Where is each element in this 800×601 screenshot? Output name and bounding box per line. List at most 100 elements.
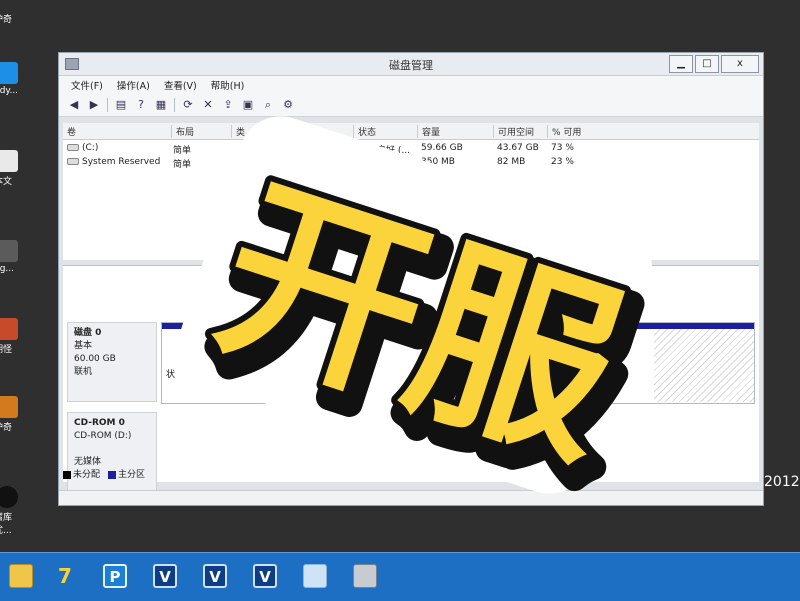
taskbar-app-doc[interactable]: [300, 561, 330, 591]
volume-list: (C:) 简单 状态良好 (... 59.66 GB 43.67 GB 73 %…: [63, 140, 759, 260]
partition-status: 状: [166, 370, 176, 380]
help-icon[interactable]: ?: [134, 98, 148, 112]
column-free-space[interactable]: 可用空间: [493, 125, 534, 138]
status-bar: [59, 490, 763, 505]
disk-state: 联机: [74, 367, 93, 377]
column-percent-free[interactable]: % 可用: [547, 125, 581, 138]
volume-status: 状态良好 (...: [359, 160, 410, 170]
minimize-button[interactable]: ▁: [669, 55, 693, 73]
desktop-icon-label: 护奇: [0, 15, 13, 25]
printer-icon: [353, 564, 377, 588]
year-fragment: 2012: [764, 474, 800, 490]
volume-status: 状态良好 (...: [359, 146, 410, 156]
back-arrow-icon[interactable]: ◀: [67, 98, 81, 112]
desktop-icon-6[interactable]: 护奇: [0, 396, 28, 433]
desktop-icon-4[interactable]: ng...: [0, 240, 28, 274]
document-icon: [0, 150, 18, 172]
column-type[interactable]: 类: [231, 125, 245, 138]
menu-action[interactable]: 操作(A): [117, 78, 150, 92]
taskbar-app-v2[interactable]: V: [200, 561, 230, 591]
properties-icon[interactable]: ▦: [154, 98, 168, 112]
window-title: 磁盘管理: [389, 59, 433, 72]
desktop-icon-strip: 护奇 ndy... 本文 ng... 期怪 护奇 腐库 优...: [0, 0, 28, 552]
disk-name: 磁盘 0: [74, 328, 102, 338]
drive-icon: [67, 144, 79, 151]
volume-percent: 23 %: [551, 157, 574, 167]
app-icon: [0, 240, 18, 262]
p-icon: P: [103, 564, 127, 588]
open-icon[interactable]: ▣: [241, 98, 255, 112]
window-controls: ▁ □ x: [669, 55, 759, 73]
taskbar-file-explorer[interactable]: [6, 561, 36, 591]
table-row[interactable]: (C:) 简单 状态良好 (... 59.66 GB 43.67 GB 73 %: [63, 142, 759, 156]
toolbar: ◀ ▶ ▤ ? ▦ ⟳ ✕ ⇪ ▣ ⌕ ⚙: [59, 94, 763, 117]
forward-arrow-icon[interactable]: ▶: [87, 98, 101, 112]
export-icon[interactable]: ⇪: [221, 98, 235, 112]
disk-0-info[interactable]: 磁盘 0 基本 60.00 GB 联机: [67, 322, 157, 402]
table-row[interactable]: System Reserved 简单 状态良好 (... 350 MB 82 M…: [63, 156, 759, 170]
volume-table-header: 卷 布局 类 状态 容量 可用空间 % 可用: [63, 123, 759, 140]
desktop-icon-5[interactable]: 期怪: [0, 318, 28, 355]
legend: 未分配 主分区: [63, 467, 145, 480]
delete-icon[interactable]: ✕: [201, 98, 215, 112]
desktop-icon-1[interactable]: 护奇: [0, 0, 28, 25]
taskbar-app-v1[interactable]: V: [150, 561, 180, 591]
column-layout[interactable]: 布局: [171, 125, 194, 138]
legend-primary: 主分区: [108, 467, 145, 480]
legend-swatch: [63, 470, 71, 479]
volume-layout: 简单: [173, 146, 192, 156]
title-bar[interactable]: 磁盘管理 ▁ □ x: [59, 53, 763, 76]
cdrom-0-info[interactable]: CD-ROM 0 CD-ROM (D:) 无媒体: [67, 412, 157, 492]
disk-management-window: 磁盘管理 ▁ □ x 文件(F) 操作(A) 查看(V) 帮助(H) ◀ ▶ ▤…: [58, 52, 764, 506]
volume-free: 43.67 GB: [497, 143, 539, 153]
menu-view[interactable]: 查看(V): [164, 78, 197, 92]
disk-type: 基本: [74, 341, 93, 351]
volume-capacity: 350 MB: [421, 157, 455, 167]
unallocated-region: [654, 329, 754, 402]
taskbar-app-7[interactable]: 7: [50, 561, 80, 591]
volume-name: (C:): [67, 143, 98, 153]
v-icon: V: [253, 564, 277, 588]
desktop-icon-label: 护奇: [0, 423, 13, 433]
volume-percent: 73 %: [551, 143, 574, 153]
volume-layout: 简单: [173, 160, 192, 170]
refresh-icon[interactable]: ⟳: [181, 98, 195, 112]
desktop-icon-2[interactable]: ndy...: [0, 62, 28, 96]
taskbar: 7 P V V V: [0, 552, 800, 601]
volume-name: System Reserved: [67, 157, 160, 167]
taskbar-app-p[interactable]: P: [100, 561, 130, 591]
volume-capacity: 59.66 GB: [421, 143, 463, 153]
desktop-icon-label: ndy...: [0, 86, 19, 96]
disk-spacer: [74, 443, 150, 456]
menu-help[interactable]: 帮助(H): [211, 78, 245, 92]
v-icon: V: [153, 564, 177, 588]
search-icon[interactable]: ⌕: [261, 98, 275, 112]
close-button[interactable]: x: [721, 55, 759, 73]
document-icon: [303, 564, 327, 588]
disk-0-partitions[interactable]: 状: [161, 322, 755, 404]
settings-icon[interactable]: ⚙: [281, 98, 295, 112]
taskbar-app-printer[interactable]: [350, 561, 380, 591]
menu-file[interactable]: 文件(F): [71, 78, 103, 92]
legend-unallocated: 未分配: [63, 467, 100, 480]
desktop-icon-3[interactable]: 本文: [0, 150, 28, 187]
disk-size: 60.00 GB: [74, 354, 116, 364]
disk-name: CD-ROM 0: [74, 418, 125, 428]
disk-type: CD-ROM (D:): [74, 431, 132, 441]
seven-icon: 7: [58, 564, 72, 588]
maximize-button[interactable]: □: [695, 55, 719, 73]
desktop-icon-7[interactable]: 腐库 优...: [0, 486, 28, 536]
list-view-icon[interactable]: ▤: [114, 98, 128, 112]
game-icon: [0, 396, 18, 418]
volume-free: 82 MB: [497, 157, 526, 167]
drive-icon: [67, 158, 79, 165]
app-icon: [0, 486, 18, 508]
toolbar-separator: [107, 98, 108, 112]
taskbar-app-v3[interactable]: V: [250, 561, 280, 591]
folder-icon: [9, 564, 33, 588]
v-icon: V: [203, 564, 227, 588]
column-volume[interactable]: 卷: [63, 125, 76, 138]
column-capacity[interactable]: 容量: [417, 125, 440, 138]
column-status[interactable]: 状态: [353, 125, 376, 138]
toolbar-separator: [174, 98, 175, 112]
